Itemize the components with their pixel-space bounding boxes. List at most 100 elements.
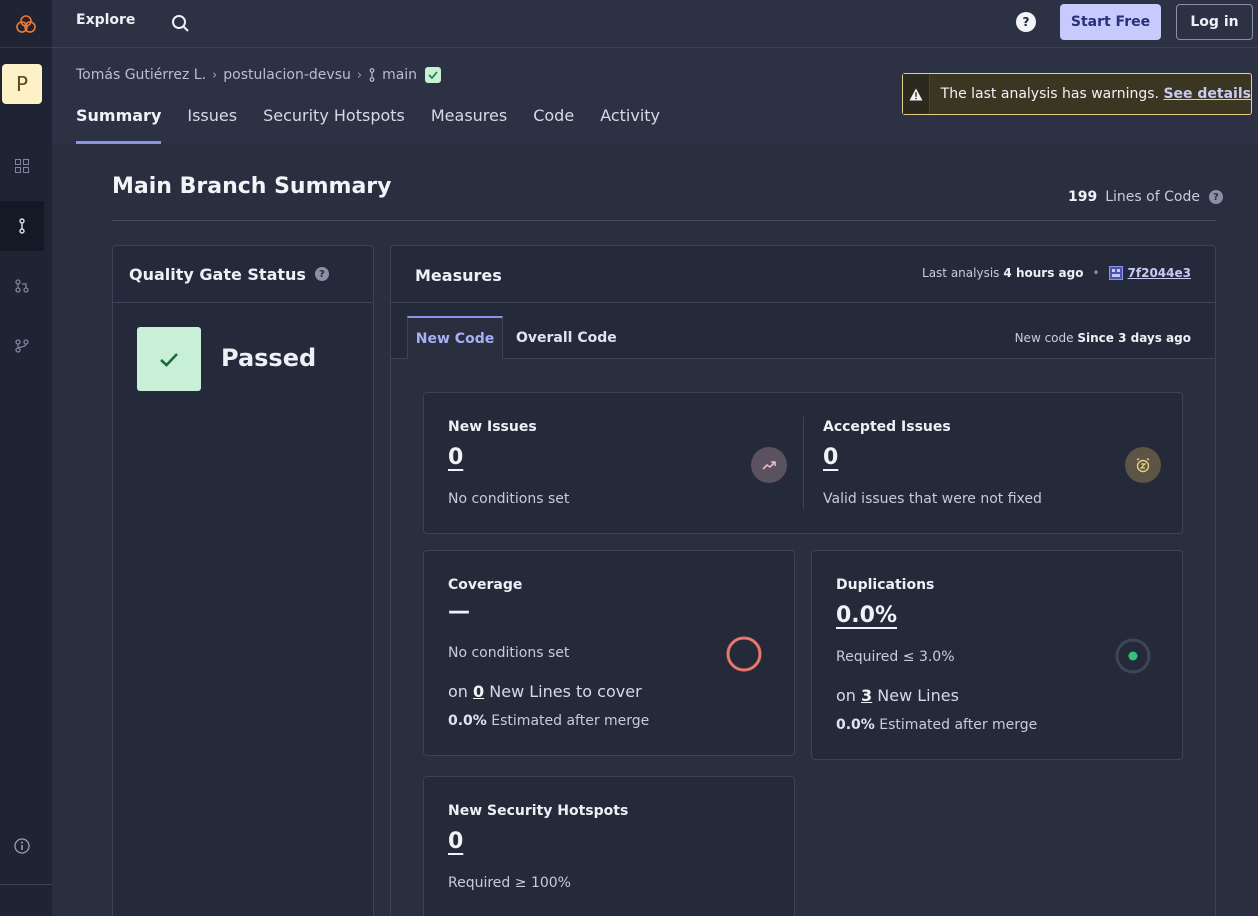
help-icon[interactable]: ? [314,267,329,281]
quality-gate-title: Quality Gate Status [129,264,306,284]
new-code-label: New code [1014,331,1074,345]
coverage-estimate-value: 0.0% [448,713,487,729]
project-header: Tomás Gutiérrez L. › postulacion-devsu ›… [52,48,1258,144]
coverage-estimate-label: Estimated after merge [491,713,650,729]
chevron-right-icon: › [356,67,363,83]
new-issues-sub: No conditions set [448,491,570,507]
duplications-ring-icon [1115,638,1151,674]
issues-card: New Issues 0 No conditions set Accepted … [423,392,1183,534]
check-icon [425,67,442,83]
separator-dot: • [1092,266,1100,280]
grid-icon [15,159,29,173]
project-tabs: Summary Issues Security Hotspots Measure… [76,106,660,144]
coverage-card: Coverage — No conditions set on 0 New Li… [423,550,795,756]
commit-hash-link[interactable]: 7f2044e3 [1128,266,1191,280]
coverage-sub: No conditions set [448,645,570,661]
lines-of-code-value: 199 [1068,189,1098,205]
search-button[interactable] [168,11,192,35]
coverage-on-label: on [448,682,468,701]
info-icon [14,838,30,854]
tab-new-code[interactable]: New Code [407,316,503,359]
coverage-ring-icon [726,636,762,672]
duplications-value[interactable]: 0.0% [836,603,897,628]
new-issues-value[interactable]: 0 [448,445,463,470]
sonarcloud-logo[interactable] [0,0,52,48]
hotspots-sub: Required ≥ 100% [448,875,571,891]
duplications-card: Duplications 0.0% Required ≤ 3.0% on 3 N… [811,550,1183,760]
quality-gate-panel: Quality Gate Status ? Passed [112,245,374,916]
hotspots-value[interactable]: 0 [448,829,463,854]
tab-activity[interactable]: Activity [600,106,660,144]
lines-of-code: 199 Lines of Code ? [1068,189,1223,205]
hotspots-label: New Security Hotspots [448,803,629,819]
tab-issues[interactable]: Issues [187,106,237,144]
measures-panel: Measures Last analysis 4 hours ago • 7f2… [390,245,1216,916]
tab-code[interactable]: Code [533,106,574,144]
coverage-estimate: 0.0% Estimated after merge [448,713,649,729]
tab-overall-code[interactable]: Overall Code [516,330,617,346]
accepted-issues-sub: Valid issues that were not fixed [823,491,1042,507]
check-icon [137,327,201,391]
tab-summary[interactable]: Summary [76,106,162,144]
quality-gate-status: Passed [221,344,317,372]
branch-icon [369,68,375,82]
start-free-button[interactable]: Start Free [1060,4,1161,40]
accepted-issues-value[interactable]: 0 [823,445,838,470]
new-code-period: New code Since 3 days ago [1015,331,1191,345]
breadcrumb-owner[interactable]: Tomás Gutiérrez L. [76,67,206,83]
commit-avatar-icon [1108,266,1123,280]
see-details-link[interactable]: See details [1163,86,1251,102]
last-analysis: Last analysis 4 hours ago • 7f2044e3 [922,266,1191,280]
global-sidebar: P [0,0,52,916]
duplications-estimate: 0.0% Estimated after merge [836,717,1037,733]
duplications-lines-label: New Lines [877,686,959,705]
page-title: Main Branch Summary [112,174,392,199]
new-code-value: Since 3 days ago [1077,331,1191,345]
branch-summary-nav-item[interactable] [0,201,44,251]
security-hotspots-card: New Security Hotspots 0 Required ≥ 100% [423,776,795,916]
divider [112,220,1216,221]
code-period-tabs: New Code Overall Code New code Since 3 d… [391,303,1215,359]
chevron-right-icon: › [212,67,218,83]
duplications-new-lines: on 3 New Lines [836,686,959,705]
warning-text: The last analysis has warnings. [940,86,1159,102]
new-issues-icon [751,447,787,483]
duplications-estimate-label: Estimated after merge [879,717,1038,733]
top-navbar: Explore ? Start Free Log in [52,0,1258,48]
branches-nav-item[interactable] [0,321,44,371]
last-analysis-label: Last analysis [922,266,1000,280]
help-button[interactable]: ? [1016,12,1036,32]
new-issues-label: New Issues [448,419,537,435]
project-avatar[interactable]: P [2,64,42,104]
measures-body: New Issues 0 No conditions set Accepted … [391,359,1215,916]
lines-of-code-label: Lines of Code [1105,189,1200,205]
alarm-clock-icon [1125,447,1161,483]
pull-request-icon [15,279,29,293]
coverage-value: — [448,599,470,624]
duplications-label: Duplications [836,577,935,593]
git-branch-icon [15,339,29,353]
duplications-estimate-value: 0.0% [836,717,875,733]
duplications-lines-value[interactable]: 3 [861,686,872,705]
coverage-new-lines: on 0 New Lines to cover [448,682,642,701]
card-divider [803,417,804,509]
duplications-sub: Required ≤ 3.0% [836,649,955,665]
coverage-label: Coverage [448,577,523,593]
help-icon[interactable]: ? [1208,190,1223,204]
breadcrumb: Tomás Gutiérrez L. › postulacion-devsu ›… [76,67,442,83]
accepted-issues-label: Accepted Issues [823,419,951,435]
log-in-button[interactable]: Log in [1176,4,1253,40]
duplications-on-label: on [836,686,856,705]
pull-requests-nav-item[interactable] [0,261,44,311]
warning-icon [903,74,930,114]
coverage-lines-label: New Lines to cover [489,682,642,701]
project-info-nav-item[interactable] [0,821,44,871]
overview-nav-item[interactable] [0,141,44,191]
breadcrumb-project[interactable]: postulacion-devsu [223,67,351,83]
search-icon [172,15,189,32]
breadcrumb-branch[interactable]: main [382,67,417,83]
tab-measures[interactable]: Measures [431,106,507,144]
tab-security-hotspots[interactable]: Security Hotspots [263,106,405,144]
coverage-lines-value[interactable]: 0 [473,682,484,701]
explore-link[interactable]: Explore [76,12,135,28]
